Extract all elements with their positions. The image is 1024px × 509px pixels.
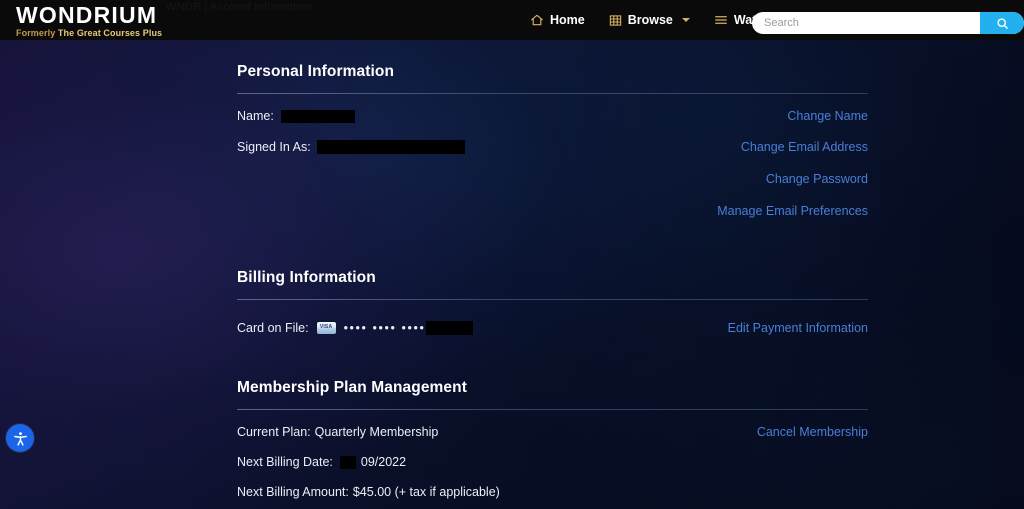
name-label: Name: <box>237 109 274 123</box>
personal-information-title: Personal Information <box>237 63 395 80</box>
section-personal-information: Personal Information Name: Change Name S… <box>237 63 868 222</box>
billing-information-title: Billing Information <box>237 269 376 286</box>
section-billing-information: Billing Information Card on File: •••• •… <box>237 269 868 339</box>
search-bar <box>752 12 1024 34</box>
edit-payment-information-link[interactable]: Edit Payment Information <box>728 321 868 335</box>
row-next-billing-amount: Next Billing Amount: $45.00 (+ tax if ap… <box>237 481 868 503</box>
name-value-redacted <box>280 109 355 123</box>
card-last4-redacted <box>426 321 474 335</box>
accessibility-button[interactable] <box>6 424 34 452</box>
browser-tab-title: WNDR | Account Information <box>166 1 312 13</box>
row-next-billing-date: Next Billing Date: 09/2022 <box>237 451 868 473</box>
account-content: Personal Information Name: Change Name S… <box>237 40 868 509</box>
change-email-address-link[interactable]: Change Email Address <box>741 140 868 154</box>
membership-plan-title: Membership Plan Management <box>237 379 467 396</box>
row-name: Name: Change Name <box>237 105 868 127</box>
next-billing-date-value: 09/2022 <box>360 455 407 469</box>
site-logo[interactable]: WONDRIUM Formerly The Great Courses Plus <box>16 3 174 39</box>
change-password-link[interactable]: Change Password <box>766 172 868 186</box>
signed-in-as-value-redacted <box>316 140 465 154</box>
divider <box>237 409 868 410</box>
row-manage-email-preferences: Manage Email Preferences <box>237 200 868 222</box>
signed-in-as-label: Signed In As: <box>237 140 311 154</box>
next-billing-date-redacted <box>339 455 356 469</box>
next-billing-date-label: Next Billing Date: <box>237 455 333 469</box>
card-masked-digits: •••• •••• •••• <box>343 321 426 335</box>
row-card-on-file: Card on File: •••• •••• •••• Edit Paymen… <box>237 317 868 339</box>
current-plan-value: Quarterly Membership <box>314 425 439 439</box>
section-membership-plan-management: Membership Plan Management Current Plan:… <box>237 379 868 503</box>
divider <box>237 299 868 300</box>
visa-card-icon <box>316 322 336 334</box>
next-billing-amount-label: Next Billing Amount: <box>237 485 349 499</box>
grid-icon <box>609 14 622 27</box>
logo-wordmark: WONDRIUM <box>16 2 158 28</box>
divider <box>237 93 868 94</box>
logo-tagline-brand: The Great Courses Plus <box>57 28 163 39</box>
chevron-down-icon <box>681 18 690 22</box>
nav-item-home-label: Home <box>550 13 585 27</box>
nav-item-browse[interactable]: Browse <box>609 13 690 27</box>
nav-item-browse-label: Browse <box>627 13 673 27</box>
home-icon <box>530 13 544 27</box>
cancel-membership-link[interactable]: Cancel Membership <box>757 425 868 439</box>
main-navigation: Home Browse Watchlist <box>530 0 789 40</box>
list-icon <box>714 13 728 27</box>
card-on-file-label: Card on File: <box>237 321 309 335</box>
manage-email-preferences-link[interactable]: Manage Email Preferences <box>717 204 868 218</box>
change-name-link[interactable]: Change Name <box>787 109 868 123</box>
logo-tagline-prefix: Formerly <box>16 28 58 39</box>
row-change-password: Change Password <box>237 168 868 190</box>
site-header: WNDR | Account Information WONDRIUM Form… <box>0 0 1024 40</box>
logo-tagline: Formerly The Great Courses Plus <box>16 28 174 39</box>
search-icon <box>996 17 1008 29</box>
nav-item-home[interactable]: Home <box>530 13 585 27</box>
next-billing-amount-value: $45.00 (+ tax if applicable) <box>352 485 500 499</box>
accessibility-icon <box>13 431 27 446</box>
row-signed-in-as: Signed In As: Change Email Address <box>237 136 868 158</box>
search-submit-button[interactable] <box>980 12 1024 34</box>
search-input[interactable] <box>752 17 980 29</box>
current-plan-label: Current Plan: <box>237 425 311 439</box>
row-current-plan: Current Plan: Quarterly Membership Cance… <box>237 421 868 443</box>
